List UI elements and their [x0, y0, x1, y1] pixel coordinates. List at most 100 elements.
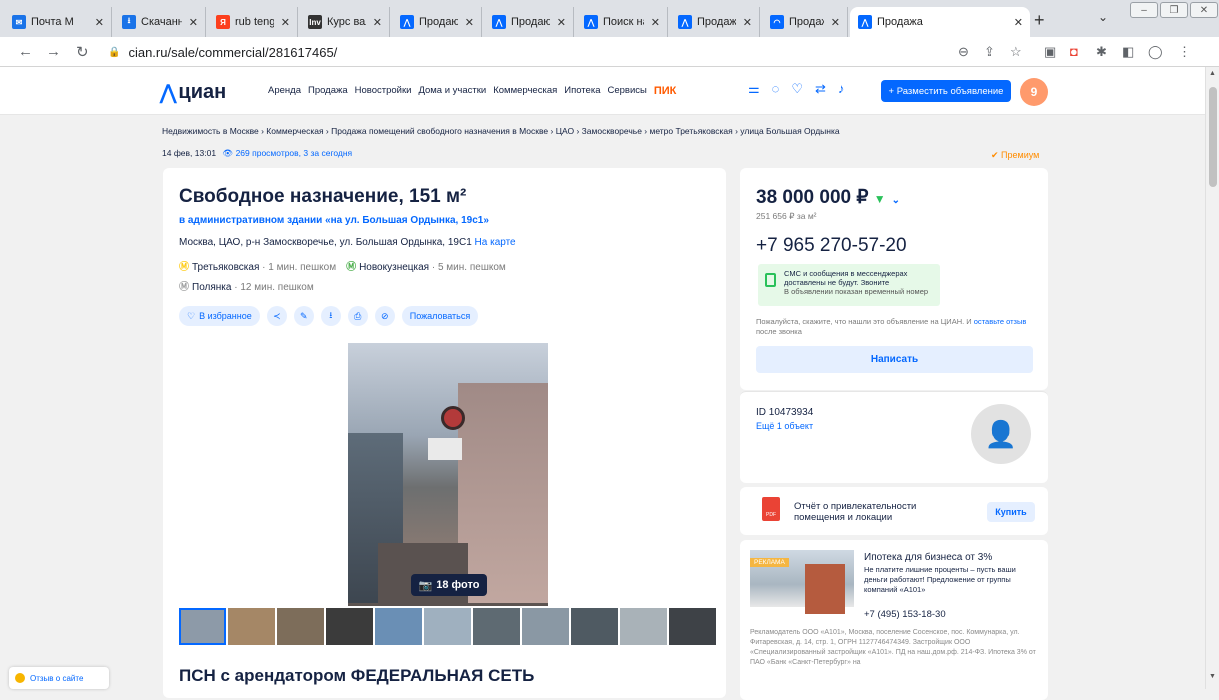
- listing-title: Свободное назначение, 151 м²: [179, 186, 467, 207]
- browser-tab[interactable]: ⋀ Продаю ✕: [392, 7, 482, 37]
- edit-note-button[interactable]: ✎: [293, 306, 314, 326]
- menu-houses[interactable]: Дома и участки: [418, 85, 486, 97]
- close-tab-icon[interactable]: ✕: [182, 16, 205, 29]
- print-button[interactable]: ⎙: [347, 306, 368, 326]
- favorites-heart-icon[interactable]: ♡: [791, 81, 803, 97]
- share-button[interactable]: ≺: [266, 306, 287, 326]
- close-tab-icon[interactable]: ✕: [366, 16, 389, 29]
- thumbnail[interactable]: [228, 608, 275, 645]
- thumbnail[interactable]: [669, 608, 716, 645]
- page-scrollbar[interactable]: ▲ ▼: [1205, 67, 1219, 689]
- browser-tab[interactable]: Яrub tenge✕: [208, 7, 298, 37]
- menu-dots-icon[interactable]: ⋮: [1178, 44, 1191, 60]
- browser-tab[interactable]: ⭳ Скачанн ✕: [114, 7, 206, 37]
- scrollbar-thumb[interactable]: [1209, 87, 1217, 187]
- thumbnail[interactable]: [375, 608, 422, 645]
- extensions-puzzle-icon[interactable]: ✱: [1096, 44, 1107, 60]
- scroll-down-icon[interactable]: ▼: [1209, 673, 1216, 680]
- views-count[interactable]: 👁 269 просмотров, 3 за сегодня: [222, 148, 352, 158]
- url-field[interactable]: 🔒 cian.ru/sale/commercial/281617465/: [108, 42, 958, 62]
- browser-tab[interactable]: ✉ Почта М ✕: [4, 7, 112, 37]
- tab-search-icon[interactable]: ⌄: [1098, 10, 1108, 24]
- bookmark-star-icon[interactable]: ☆: [1010, 44, 1022, 60]
- notifications-bell-icon[interactable]: ♪: [838, 81, 845, 97]
- minimize-icon[interactable]: –: [1130, 2, 1158, 18]
- main-photo[interactable]: [348, 343, 548, 606]
- menu-commercial[interactable]: Коммерческая: [493, 85, 557, 97]
- close-window-icon[interactable]: ✕: [1190, 2, 1218, 18]
- browser-tab[interactable]: ⋀Продажа✕: [850, 7, 1030, 37]
- saved-search-icon[interactable]: ⇄: [815, 81, 826, 97]
- close-tab-icon[interactable]: ✕: [1007, 16, 1030, 29]
- price-dropdown-icon[interactable]: ⌄: [892, 195, 900, 206]
- complain-button[interactable]: Пожаловаться: [401, 306, 479, 326]
- map-link[interactable]: На карте: [475, 237, 516, 248]
- reload-icon[interactable]: ↻: [76, 43, 89, 61]
- hide-button[interactable]: ⊘: [374, 306, 395, 326]
- thumbnail[interactable]: [277, 608, 324, 645]
- share-icon[interactable]: ⇪: [984, 44, 995, 60]
- thumbnail[interactable]: [571, 608, 618, 645]
- post-ad-button[interactable]: + Разместить объявление: [881, 80, 1011, 102]
- thumbnail[interactable]: [179, 608, 226, 645]
- user-avatar[interactable]: 9: [1020, 78, 1048, 106]
- thumbnail[interactable]: [424, 608, 471, 645]
- leave-review-link[interactable]: оставьте отзыв: [974, 317, 1027, 326]
- forward-icon[interactable]: →: [46, 43, 61, 60]
- ad-title[interactable]: Ипотека для бизнеса от 3%: [864, 552, 992, 563]
- thumbnail[interactable]: [620, 608, 667, 645]
- tab-title: Продаю: [511, 16, 550, 28]
- thumbnail[interactable]: [522, 608, 569, 645]
- thumbnail[interactable]: [473, 608, 520, 645]
- close-tab-icon[interactable]: ✕: [88, 16, 111, 29]
- browser-tab[interactable]: Inv Курс вал✕: [300, 7, 390, 37]
- close-tab-icon[interactable]: ✕: [736, 16, 759, 29]
- metro-station-3[interactable]: Ⓜ Полянка · 12 мин. пешком: [179, 278, 314, 293]
- more-objects-link[interactable]: Ещё 1 объект: [756, 421, 813, 431]
- download-button[interactable]: ⭳: [320, 306, 341, 326]
- menu-sale[interactable]: Продажа: [308, 85, 348, 97]
- agent-avatar-placeholder-icon[interactable]: 👤: [971, 404, 1031, 464]
- maximize-icon[interactable]: ❐: [1160, 2, 1188, 18]
- cian-logo[interactable]: ⋀ циан: [160, 80, 226, 105]
- favorite-button[interactable]: ♡ В избранное: [179, 306, 260, 326]
- profile-icon[interactable]: ◯: [1148, 44, 1163, 60]
- metro-station-2[interactable]: Ⓜ Новокузнецкая · 5 мин. пешком: [346, 258, 506, 273]
- close-tab-icon[interactable]: ✕: [274, 16, 297, 29]
- buy-report-button[interactable]: Купить: [987, 502, 1035, 522]
- thumbnail[interactable]: [326, 608, 373, 645]
- menu-pik[interactable]: ПИК: [654, 85, 677, 97]
- close-tab-icon[interactable]: ✕: [824, 16, 847, 29]
- close-tab-icon[interactable]: ✕: [458, 16, 481, 29]
- write-message-button[interactable]: Написать: [756, 346, 1033, 373]
- mail-icon: ✉: [12, 15, 26, 29]
- browser-tab[interactable]: ◠ Продажа✕: [762, 7, 848, 37]
- ad-phone[interactable]: +7 (495) 153-18-30: [864, 609, 946, 620]
- menu-services[interactable]: Сервисы: [607, 85, 646, 97]
- extension-red-icon[interactable]: ◘: [1070, 44, 1078, 59]
- scroll-up-icon[interactable]: ▲: [1209, 70, 1216, 77]
- sidepanel-icon[interactable]: ◧: [1122, 44, 1134, 60]
- zoom-icon[interactable]: ⊖: [958, 44, 969, 60]
- new-tab-button[interactable]: +: [1034, 10, 1045, 31]
- close-tab-icon[interactable]: ✕: [644, 16, 667, 29]
- menu-mortgage[interactable]: Ипотека: [564, 85, 600, 97]
- extension-icon[interactable]: ▣: [1044, 44, 1056, 60]
- phone-number[interactable]: +7 965 270-57-20: [756, 235, 907, 257]
- compare-icon[interactable]: ⚌: [748, 81, 760, 97]
- close-tab-icon[interactable]: ✕: [550, 16, 573, 29]
- breadcrumb[interactable]: Недвижимость в Москве › Коммерческая › П…: [162, 126, 840, 136]
- back-icon[interactable]: ←: [18, 43, 33, 60]
- browser-tab[interactable]: ⋀ Продаю ✕: [484, 7, 574, 37]
- menu-newbuildings[interactable]: Новостройки: [355, 85, 412, 97]
- browser-tab[interactable]: ⋀Продажа✕: [670, 7, 760, 37]
- metro-station-1[interactable]: Ⓜ Третьяковская · 1 мин. пешком: [179, 258, 336, 273]
- chat-icon[interactable]: ◌: [772, 81, 780, 97]
- menu-rent[interactable]: Аренда: [268, 85, 301, 97]
- site-feedback-button[interactable]: Отзыв о сайте: [9, 667, 109, 689]
- browser-tab[interactable]: ⋀ Поиск на✕: [576, 7, 668, 37]
- photo-count-button[interactable]: 📷 18 фото: [411, 574, 487, 596]
- ad-card[interactable]: РЕКЛАМА Ипотека для бизнеса от 3% Не пла…: [740, 540, 1048, 700]
- building-link[interactable]: в административном здании «на ул. Больша…: [179, 215, 489, 226]
- metro-icon: Ⓜ: [179, 282, 189, 293]
